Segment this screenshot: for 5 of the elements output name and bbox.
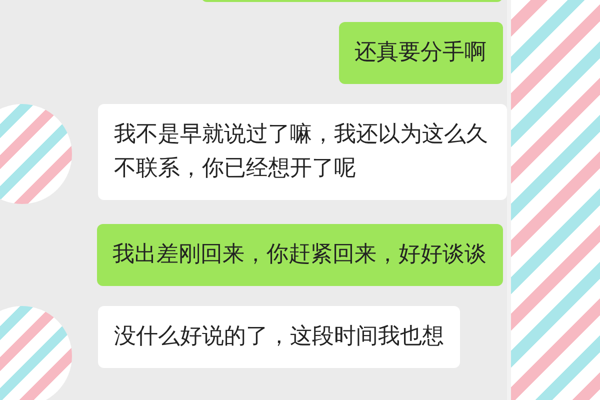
message-bubble: 我出差刚回来，你赶紧回来，好好谈谈 xyxy=(96,224,503,286)
avatar[interactable] xyxy=(0,104,72,204)
message-bubble: 还真要分手啊 xyxy=(338,22,503,84)
message-bubble: 没什么好说的了，这段时间我也想 xyxy=(98,306,460,368)
message-bubble: 我不是早就说过了嘛，我还以为这么久不联系，你已经想开了呢 xyxy=(98,104,507,200)
